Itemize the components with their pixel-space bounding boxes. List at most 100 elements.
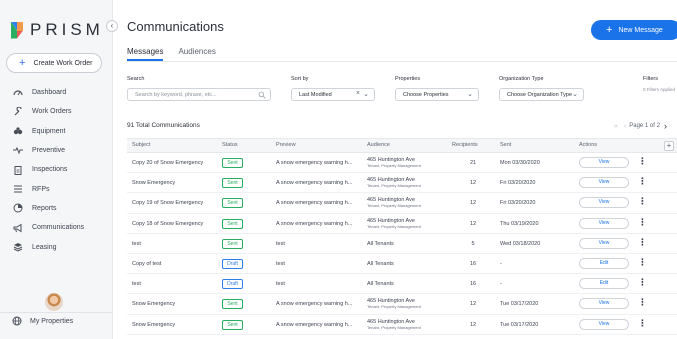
row-sent: Wed 03/18/2020 [500, 240, 541, 247]
properties-select[interactable]: Choose Properties ⌄ [395, 88, 479, 101]
org-type-label: Organization Type [499, 76, 544, 82]
more-options-icon[interactable]: ⋮ [638, 177, 647, 186]
row-subject: Copy 20 of Snow Emergency [132, 160, 204, 166]
sidebar-item-equipment[interactable]: Equipment [0, 122, 113, 141]
org-type-value: Choose Organization Type [507, 91, 573, 98]
org-type-select[interactable]: Choose Organization Type ⌄ [499, 88, 584, 101]
row-recipients: 12 [469, 200, 477, 207]
table-row[interactable]: test Draft test All Tenants 16 - Edit ⋮ [127, 274, 677, 295]
row-action-button[interactable]: Edit [579, 278, 629, 290]
col-preview[interactable]: Preview [276, 142, 296, 148]
status-badge: Sent [222, 198, 243, 209]
sidebar-item-preventive[interactable]: Preventive [0, 141, 113, 160]
sidebar-item-label: Communications [32, 224, 85, 232]
audience-name: All Tenants [367, 260, 394, 267]
row-action-button[interactable]: View [579, 157, 629, 168]
table-row[interactable]: Snow Emergency Sent A snow emergency war… [127, 294, 677, 315]
globe-icon [12, 316, 22, 326]
sidebar-item-my-properties[interactable]: My Properties [12, 316, 73, 326]
first-page-icon[interactable]: « [614, 123, 618, 130]
next-page-icon[interactable]: › [664, 121, 667, 131]
sidebar-item-rfps[interactable]: RFPs [0, 179, 113, 198]
prism-logo[interactable]: PRISM [11, 20, 104, 40]
prev-page-icon[interactable]: ‹ [624, 123, 626, 130]
table-row[interactable]: Snow Emergency Sent A snow emergency war… [127, 173, 677, 194]
row-action-button[interactable]: View [579, 237, 629, 249]
col-audience[interactable]: Audience [367, 142, 390, 148]
sidebar-item-communications[interactable]: Communications [0, 218, 113, 237]
table-row[interactable]: Copy 18 of Snow Emergency Sent A snow em… [127, 214, 677, 234]
more-options-icon[interactable]: ⋮ [638, 318, 647, 328]
tab-audiences[interactable]: Audiences [178, 47, 215, 61]
sidebar-item-inspections[interactable]: Inspections [0, 160, 113, 179]
col-status[interactable]: Status [222, 142, 238, 148]
more-options-icon[interactable]: ⋮ [638, 257, 647, 267]
row-recipients: 12 [469, 321, 477, 328]
collapse-sidebar-button[interactable]: ‹ [106, 20, 118, 32]
equipment-icon [12, 126, 24, 136]
more-options-icon[interactable]: ⋮ [638, 197, 647, 206]
clear-icon[interactable]: × [356, 90, 360, 97]
audience-name: All Tenants [367, 281, 394, 288]
audience-name: 465 Huntington Ave [367, 318, 415, 325]
sidebar-item-label: Dashboard [32, 89, 67, 97]
reports-icon [12, 203, 24, 213]
col-actions: Actions [579, 142, 598, 148]
sort-label: Sort by [291, 76, 309, 82]
sort-value: Last Modified [299, 91, 332, 98]
more-options-icon[interactable]: ⋮ [638, 298, 647, 307]
avatar[interactable] [45, 293, 63, 311]
search-input[interactable]: Search by keyword, phrase, etc... [127, 88, 271, 101]
row-action-button[interactable]: View [579, 318, 629, 330]
plus-icon: + [19, 57, 26, 69]
col-sent[interactable]: Sent [500, 142, 511, 148]
more-options-icon[interactable]: ⋮ [638, 217, 647, 227]
row-sent: Fri 03/20/2020 [500, 180, 536, 187]
row-action-button[interactable]: View [579, 197, 629, 209]
table-row[interactable]: Copy of test Draft test All Tenants 16 -… [127, 254, 677, 275]
sidebar-item-reports[interactable]: Reports [0, 199, 113, 218]
sidebar-item-work-orders[interactable]: Work Orders [0, 102, 113, 121]
status-badge: Sent [222, 238, 243, 249]
row-recipients: 12 [469, 301, 477, 308]
table-row[interactable]: Copy 20 of Snow Emergency Sent A snow em… [127, 153, 677, 174]
row-audience: All Tenants [367, 241, 394, 247]
row-preview: A snow emergency warning h... [276, 321, 353, 328]
chevron-down-icon: ⌄ [467, 91, 473, 98]
col-subject[interactable]: Subject [132, 142, 150, 148]
more-options-icon[interactable]: ⋮ [638, 157, 647, 166]
row-audience: 465 Huntington Ave Tenant, Property Manag… [367, 177, 421, 189]
new-message-button[interactable]: + New Message [591, 20, 677, 40]
row-preview: test [276, 281, 285, 288]
chevron-down-icon: ⌄ [363, 91, 369, 98]
row-action-button[interactable]: View [579, 177, 629, 189]
sidebar-item-dashboard[interactable]: Dashboard [0, 83, 113, 102]
tabs-divider [127, 61, 677, 62]
sidebar-item-label: Inspections [32, 166, 68, 174]
status-badge: Draft [222, 279, 243, 290]
col-recipients[interactable]: Recipients [452, 142, 478, 148]
row-action-button[interactable]: View [579, 298, 629, 310]
sort-select[interactable]: Last Modified × ⌄ [291, 88, 375, 101]
filters-applied-text: 0 Filters Applied [643, 87, 676, 92]
audience-name: All Tenants [367, 240, 394, 247]
table-row[interactable]: Copy 19 of Snow Emergency Sent A snow em… [127, 193, 677, 214]
pagination: « ‹ Page 1 of 2 › [611, 121, 667, 131]
row-audience: 465 Huntington Ave Tenant, Property Manag… [367, 218, 421, 230]
filters-label[interactable]: Filters [643, 76, 658, 82]
tab-messages[interactable]: Messages [127, 47, 164, 61]
sidebar-item-leasing[interactable]: Leasing [0, 237, 113, 256]
create-work-order-button[interactable]: + Create Work Order [6, 53, 102, 73]
row-action-button[interactable]: View [579, 217, 629, 229]
search-placeholder: Search by keyword, phrase, etc... [135, 91, 217, 98]
page-title: Communications [127, 19, 224, 34]
row-subject: Copy 18 of Snow Emergency [132, 220, 204, 227]
more-options-icon[interactable]: ⋮ [638, 278, 647, 287]
add-column-button[interactable]: + [664, 141, 674, 151]
row-action-button[interactable]: Edit [579, 257, 629, 269]
sidebar-divider [0, 312, 113, 313]
table-row[interactable]: Snow Emergency Sent A snow emergency war… [127, 315, 677, 335]
more-options-icon[interactable]: ⋮ [638, 237, 647, 247]
row-audience: 465 Huntington Ave Tenant, Property Manag… [367, 157, 421, 169]
table-row[interactable]: test Sent test All Tenants 5 Wed 03/18/2… [127, 234, 677, 254]
